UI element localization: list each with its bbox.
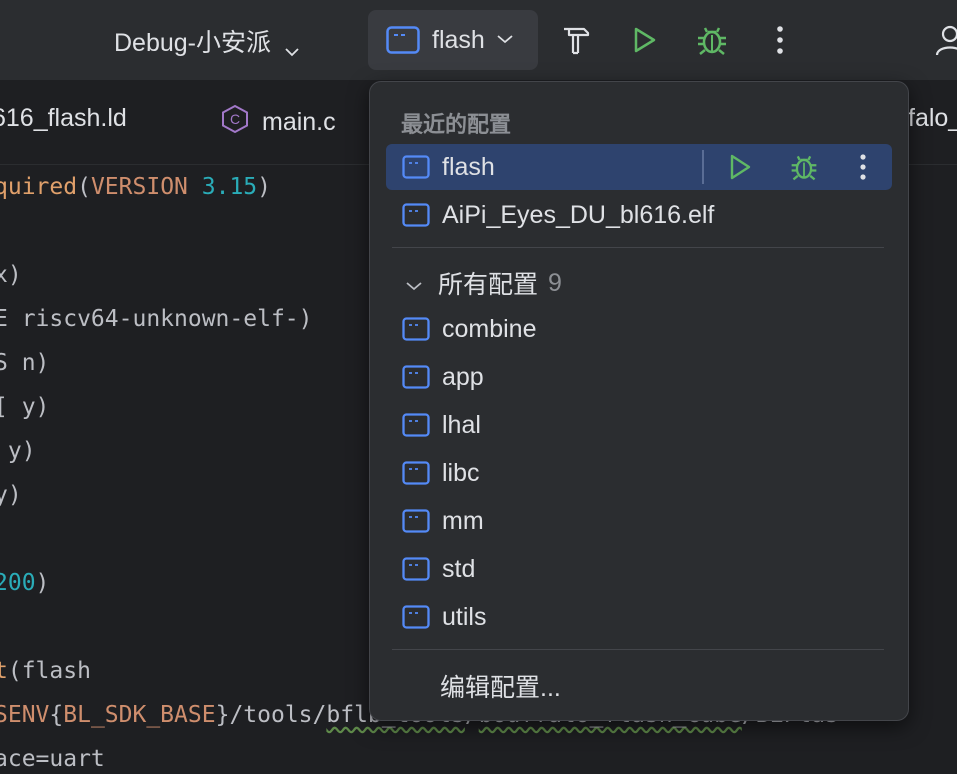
chevron-down-icon [497, 31, 513, 49]
run-config-icon [402, 461, 430, 485]
code-token: ace=uart [0, 746, 105, 772]
config-label: app [442, 362, 484, 391]
debug-icon[interactable] [784, 152, 824, 182]
code-line: ace=uart [0, 744, 105, 774]
code-token: VERSION [90, 174, 188, 200]
run-config-icon [402, 365, 430, 389]
run-config-icon [402, 317, 430, 341]
divider [392, 247, 884, 248]
config-label: lhal [442, 410, 481, 439]
config-label: utils [442, 602, 487, 631]
config-item-utils[interactable]: utils [386, 594, 892, 640]
build-profile-selector[interactable]: Debug-小安派 [114, 22, 299, 60]
chevron-down-icon [285, 35, 299, 57]
divider [392, 649, 884, 650]
separator [702, 150, 704, 184]
run-config-icon [402, 155, 430, 179]
debug-icon[interactable] [692, 20, 732, 60]
tab-label: 616_flash.ld [0, 104, 127, 132]
code-line: [ y) [0, 392, 49, 422]
config-item-mm[interactable]: mm [386, 498, 892, 544]
edit-configurations-button[interactable]: 编辑配置... [440, 668, 561, 704]
more-vertical-icon[interactable] [848, 153, 878, 181]
svg-text:C: C [230, 111, 240, 127]
more-vertical-icon[interactable] [760, 20, 800, 60]
code-line: x) [0, 260, 22, 290]
recent-configs-heading: 最近的配置 [401, 112, 512, 137]
code-token: 200 [0, 570, 36, 596]
config-item-lhal[interactable]: lhal [386, 402, 892, 448]
run-config-selector[interactable]: flash [368, 10, 538, 70]
run-config-popup: 最近的配置 flash AiPi_Eyes_DU_bl616.elf 所有配置 … [369, 81, 909, 721]
tab-main-c[interactable]: C main.c [220, 104, 336, 141]
run-config-icon [402, 605, 430, 629]
run-icon[interactable] [720, 153, 760, 181]
run-config-icon [402, 413, 430, 437]
run-config-icon [386, 26, 420, 54]
config-item-combine[interactable]: combine [386, 306, 892, 352]
tab-flash-ld[interactable]: 616_flash.ld [0, 104, 127, 133]
all-configs-count: 9 [548, 268, 562, 297]
config-label: std [442, 554, 476, 583]
recent-config-aipi-elf[interactable]: AiPi_Eyes_DU_bl616.elf [386, 192, 892, 238]
code-line: y) [0, 480, 22, 510]
tab-label: main.c [262, 108, 336, 136]
code-line: S n) [0, 348, 49, 378]
config-item-app[interactable]: app [386, 354, 892, 400]
code-token: t [0, 658, 8, 684]
build-hammer-icon[interactable] [556, 20, 596, 60]
code-token: SENV [0, 702, 50, 728]
code-token: E riscv64-unknown-elf-) [0, 306, 313, 332]
config-label: mm [442, 506, 484, 535]
all-configs-heading: 所有配置 [438, 271, 539, 299]
account-icon[interactable] [930, 20, 957, 60]
code-line: E riscv64-unknown-elf-) [0, 304, 313, 334]
code-token: y) [7, 438, 36, 464]
code-token: } [215, 702, 230, 728]
run-config-icon [402, 203, 430, 227]
code-token: BL_SDK_BASE [63, 702, 216, 728]
code-token: ) [257, 174, 271, 200]
recent-config-flash[interactable]: flash [386, 144, 892, 190]
config-label: flash [442, 152, 495, 181]
config-label: AiPi_Eyes_DU_bl616.elf [442, 200, 715, 229]
run-icon[interactable] [624, 20, 664, 60]
config-label: combine [442, 314, 537, 343]
row-actions [702, 144, 892, 190]
code-token: y) [0, 482, 22, 508]
code-line: 200) [0, 568, 49, 598]
code-token: ( [77, 174, 91, 200]
build-profile-label: Debug-小安派 [114, 29, 271, 57]
code-token: ) [35, 570, 50, 596]
config-label: libc [442, 458, 480, 487]
all-configs-group[interactable]: 所有配置 9 [406, 265, 562, 301]
run-config-label: flash [432, 25, 485, 54]
code-token: quired [0, 174, 78, 200]
run-config-icon [402, 509, 430, 533]
code-token: { [49, 702, 64, 728]
code-token: /tools/ [229, 702, 327, 728]
chevron-down-icon [406, 269, 422, 298]
code-line: t(flash [0, 656, 91, 686]
code-line: quired(VERSION 3.15) [0, 172, 271, 202]
config-item-libc[interactable]: libc [386, 450, 892, 496]
c-file-icon: C [220, 104, 250, 141]
tab-label: falo_ [908, 104, 957, 132]
main-toolbar: Debug-小安派 flash [0, 0, 957, 80]
code-token: x) [0, 262, 22, 288]
code-token: (flash [7, 658, 91, 684]
tab-bouffalo[interactable]: falo_ [908, 104, 957, 133]
code-token: 3.15 [201, 174, 258, 200]
run-config-icon [402, 557, 430, 581]
code-token: S n) [0, 350, 50, 376]
config-item-std[interactable]: std [386, 546, 892, 592]
code-token: [ y) [0, 394, 50, 420]
code-line: y) [0, 436, 36, 466]
